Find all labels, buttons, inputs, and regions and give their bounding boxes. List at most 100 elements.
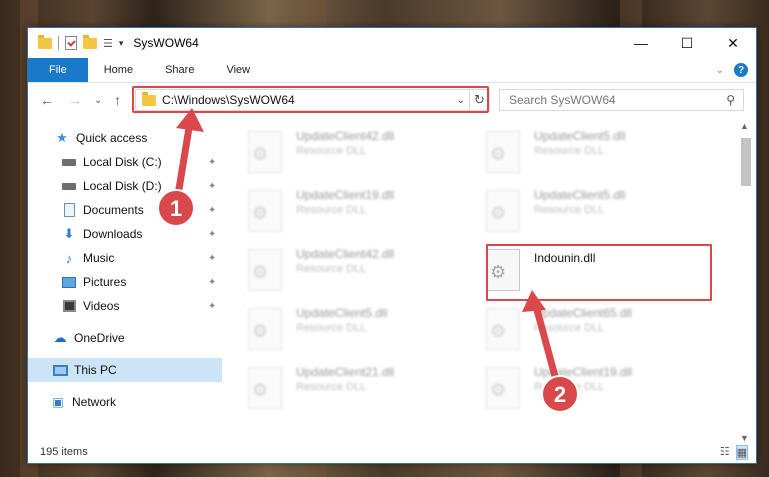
pin-icon[interactable]: ✦ bbox=[208, 229, 216, 240]
window-controls: — ☐ ✕ bbox=[618, 28, 756, 58]
explorer-window: ☰ ▾ SysWOW64 — ☐ ✕ File Home Share View … bbox=[27, 27, 757, 464]
sidebar-item-label: Videos bbox=[83, 299, 120, 313]
dll-file-icon bbox=[248, 308, 282, 350]
vertical-scrollbar[interactable]: ▲ ▼ bbox=[738, 121, 754, 443]
sidebar-item-label: Downloads bbox=[83, 227, 143, 241]
drive-icon bbox=[61, 179, 77, 193]
pictures-icon bbox=[61, 275, 77, 289]
file-name: UpdateClient5.dll bbox=[534, 129, 626, 143]
forward-arrow-icon[interactable]: → bbox=[68, 92, 82, 108]
file-type: Resource DLL bbox=[534, 322, 605, 334]
tab-home[interactable]: Home bbox=[88, 58, 149, 82]
close-button[interactable]: ✕ bbox=[710, 28, 756, 58]
quick-access-toolbar: ☰ ▾ bbox=[38, 34, 124, 50]
sidebar-item-this-pc[interactable]: This PC bbox=[28, 358, 222, 382]
ribbon-tabs: File Home Share View ⌄ ? bbox=[28, 58, 756, 83]
tab-view[interactable]: View bbox=[210, 58, 266, 82]
tiles-view-icon[interactable]: ▦ bbox=[735, 445, 748, 460]
help-icon[interactable]: ? bbox=[734, 63, 748, 77]
sidebar-item-downloads[interactable]: ⬇ Downloads ✦ bbox=[28, 222, 222, 246]
new-folder-icon[interactable] bbox=[83, 34, 97, 49]
file-type: Resource DLL bbox=[296, 322, 367, 334]
details-view-icon[interactable]: ☷ bbox=[720, 445, 730, 460]
sidebar-item-documents[interactable]: Documents ✦ bbox=[28, 198, 222, 222]
folder-icon[interactable] bbox=[38, 34, 52, 49]
pin-icon[interactable]: ✦ bbox=[208, 253, 216, 264]
dll-file-icon bbox=[248, 131, 282, 173]
file-type: Resource DLL bbox=[534, 381, 605, 393]
address-highlight-box bbox=[132, 86, 489, 113]
sidebar-item-local-disk-d[interactable]: Local Disk (D:) ✦ bbox=[28, 174, 222, 198]
sidebar-item-local-disk-c[interactable]: Local Disk (C:) ✦ bbox=[28, 150, 222, 174]
sidebar-item-videos[interactable]: Videos ✦ bbox=[28, 294, 222, 318]
file-name: UpdateClient5.dll bbox=[534, 188, 626, 202]
sidebar-item-onedrive[interactable]: ☁ OneDrive bbox=[28, 326, 222, 350]
download-icon: ⬇ bbox=[63, 226, 75, 241]
sidebar-item-pictures[interactable]: Pictures ✦ bbox=[28, 270, 222, 294]
file-highlight-box bbox=[486, 244, 712, 301]
view-toggles: ☷ ▦ bbox=[720, 445, 748, 460]
sidebar-item-quick-access[interactable]: ★ Quick access bbox=[28, 126, 222, 150]
minimize-button[interactable]: — bbox=[618, 28, 664, 58]
file-item[interactable]: UpdateClient21.dll Resource DLL bbox=[228, 359, 458, 415]
network-icon: ▣ bbox=[52, 395, 64, 409]
up-arrow-icon[interactable]: ↑ bbox=[114, 92, 121, 108]
search-placeholder: Search SysWOW64 bbox=[509, 93, 616, 107]
expand-ribbon-icon[interactable]: ⌄ bbox=[716, 65, 724, 76]
file-item[interactable]: UpdateClient42.dll Resource DLL bbox=[228, 241, 458, 297]
file-name: UpdateClient42.dll bbox=[296, 247, 395, 261]
file-type: Resource DLL bbox=[296, 204, 367, 216]
properties-icon[interactable] bbox=[65, 36, 77, 50]
customize-toolbar-dropdown-icon[interactable]: ▾ bbox=[119, 38, 124, 49]
sidebar-item-label: Documents bbox=[83, 203, 144, 217]
dll-file-icon bbox=[486, 131, 520, 173]
star-icon: ★ bbox=[56, 130, 68, 145]
dll-file-icon bbox=[248, 249, 282, 291]
item-count: 195 items bbox=[40, 446, 88, 458]
sidebar-item-music[interactable]: ♪ Music ✦ bbox=[28, 246, 222, 270]
file-item[interactable]: UpdateClient5.dll Resource DLL bbox=[228, 300, 458, 356]
file-item[interactable]: UpdateClient65.dll Resource DLL bbox=[466, 300, 696, 356]
file-name: UpdateClient65.dll bbox=[534, 306, 633, 320]
back-arrow-icon[interactable]: ← bbox=[40, 92, 54, 108]
sidebar-item-label: Music bbox=[83, 251, 115, 265]
dll-file-icon bbox=[486, 190, 520, 232]
sidebar-item-label: Local Disk (C:) bbox=[83, 155, 162, 169]
window-title: SysWOW64 bbox=[133, 36, 199, 50]
dll-file-icon bbox=[248, 367, 282, 409]
dll-file-icon bbox=[248, 190, 282, 232]
file-item[interactable]: UpdateClient19.dll Resource DLL bbox=[466, 359, 696, 415]
recent-locations-dropdown-icon[interactable]: ⌄ bbox=[94, 95, 102, 106]
maximize-button[interactable]: ☐ bbox=[664, 28, 710, 58]
file-item[interactable]: UpdateClient19.dll Resource DLL bbox=[228, 182, 458, 238]
navigation-pane: ★ Quick access Local Disk (C:) ✦ Local D… bbox=[28, 123, 222, 443]
sidebar-item-label: Network bbox=[72, 395, 117, 409]
file-item[interactable]: UpdateClient5.dll Resource DLL bbox=[466, 123, 696, 179]
dll-file-icon bbox=[486, 308, 520, 350]
search-icon[interactable]: ⚲ bbox=[726, 93, 735, 107]
sidebar-item-network[interactable]: ▣ Network bbox=[28, 390, 222, 414]
file-type: Resource DLL bbox=[296, 263, 367, 275]
dll-file-icon bbox=[486, 367, 520, 409]
music-icon: ♪ bbox=[65, 250, 73, 266]
file-name: UpdateClient19.dll bbox=[296, 188, 395, 202]
pin-icon[interactable]: ✦ bbox=[208, 301, 216, 312]
tab-file[interactable]: File bbox=[28, 58, 88, 82]
pin-icon[interactable]: ✦ bbox=[208, 205, 216, 216]
scroll-thumb[interactable] bbox=[741, 138, 751, 186]
pin-icon[interactable]: ✦ bbox=[208, 181, 216, 192]
view-options-icon[interactable]: ☰ bbox=[103, 37, 113, 50]
tab-share[interactable]: Share bbox=[149, 58, 210, 82]
file-item[interactable]: UpdateClient5.dll Resource DLL bbox=[466, 182, 696, 238]
file-type: Resource DLL bbox=[534, 204, 605, 216]
title-bar: ☰ ▾ SysWOW64 — ☐ ✕ bbox=[28, 28, 756, 58]
pin-icon[interactable]: ✦ bbox=[208, 277, 216, 288]
file-name: UpdateClient21.dll bbox=[296, 365, 395, 379]
file-item[interactable]: UpdateClient42.dll Resource DLL bbox=[228, 123, 458, 179]
sidebar-item-label: Pictures bbox=[83, 275, 127, 289]
pin-icon[interactable]: ✦ bbox=[208, 157, 216, 168]
search-input[interactable]: Search SysWOW64 ⚲ bbox=[499, 89, 744, 111]
scroll-up-icon[interactable]: ▲ bbox=[740, 121, 749, 131]
sidebar-item-label: Local Disk (D:) bbox=[83, 179, 162, 193]
sidebar-item-label: OneDrive bbox=[74, 331, 125, 345]
